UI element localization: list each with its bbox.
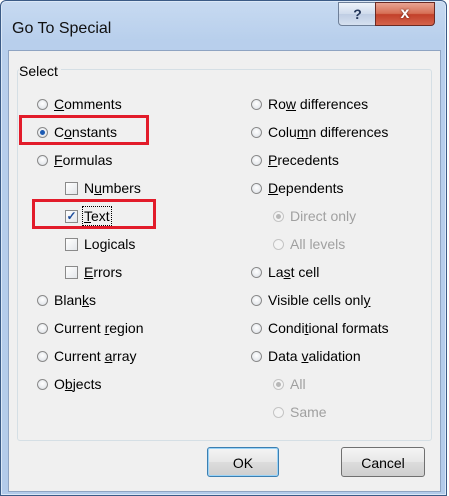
title-bar[interactable]: Go To Special ? x — [1, 1, 446, 49]
option-label: Row differences — [268, 96, 369, 112]
radio-column-differences[interactable]: Column differences — [251, 124, 388, 140]
radio-last-cell[interactable]: Last cell — [251, 264, 319, 280]
option-label: Current region — [54, 320, 144, 336]
radio-visible-cells-only[interactable]: Visible cells only — [251, 292, 370, 308]
close-button[interactable]: x — [375, 2, 435, 26]
checkbox-empty-icon[interactable] — [65, 237, 78, 251]
option-label: Numbers — [84, 180, 141, 196]
dialog-body: Select Comments Constants Formulas Numbers ✓… — [8, 50, 441, 492]
radio-direct-only: Direct only — [273, 208, 356, 224]
radio-data-validation[interactable]: Data validation — [251, 348, 361, 364]
radio-empty-icon[interactable] — [251, 182, 262, 194]
checkbox-numbers[interactable]: Numbers — [65, 180, 141, 196]
radio-empty-icon[interactable] — [37, 154, 48, 166]
option-label: Current array — [54, 348, 137, 364]
option-label: Data validation — [268, 348, 361, 364]
option-label: Comments — [54, 96, 122, 112]
cancel-button[interactable]: Cancel — [341, 447, 425, 477]
radio-all: All — [273, 376, 306, 392]
radio-conditional-formats[interactable]: Conditional formats — [251, 320, 389, 336]
go-to-special-dialog: Go To Special ? x Select Comments Constan… — [0, 0, 447, 496]
option-label: Last cell — [268, 264, 320, 280]
help-button[interactable]: ? — [338, 2, 377, 26]
radio-empty-icon[interactable] — [37, 378, 48, 390]
option-label: Logicals — [84, 236, 136, 252]
option-label: Same — [290, 404, 327, 420]
radio-empty-icon[interactable] — [251, 266, 262, 278]
option-label: Visible cells only — [268, 292, 371, 308]
radio-selected-icon — [273, 210, 284, 222]
radio-current-array[interactable]: Current array — [37, 348, 137, 364]
radio-empty-icon[interactable] — [251, 350, 262, 362]
option-label: Precedents — [268, 152, 339, 168]
radio-empty-icon[interactable] — [251, 154, 262, 166]
constants-highlight — [19, 115, 149, 145]
checkbox-empty-icon[interactable] — [65, 181, 78, 195]
radio-empty-icon[interactable] — [251, 98, 262, 110]
option-label: Objects — [54, 376, 102, 392]
radio-comments[interactable]: Comments — [37, 96, 122, 112]
radio-dependents[interactable]: Dependents — [251, 180, 344, 196]
radio-row-differences[interactable]: Row differences — [251, 96, 368, 112]
radio-formulas[interactable]: Formulas — [37, 152, 112, 168]
radio-empty-icon[interactable] — [251, 126, 262, 138]
checkbox-errors[interactable]: Errors — [65, 264, 122, 280]
option-label: Conditional formats — [268, 320, 389, 336]
option-label: All — [290, 376, 306, 392]
option-label: Errors — [84, 264, 123, 280]
option-label: Dependents — [268, 180, 344, 196]
option-label: Direct only — [290, 208, 357, 224]
checkbox-logicals[interactable]: Logicals — [65, 236, 135, 252]
close-icon: x — [400, 5, 410, 22]
option-label: All levels — [290, 236, 346, 252]
radio-current-region[interactable]: Current region — [37, 320, 144, 336]
radio-empty-icon[interactable] — [37, 350, 48, 362]
radio-empty-icon[interactable] — [37, 322, 48, 334]
radio-empty-icon — [273, 238, 284, 250]
window-title: Go To Special — [12, 20, 112, 37]
option-label: Blanks — [54, 292, 97, 308]
radio-empty-icon — [273, 406, 284, 418]
select-group-label: Select — [19, 63, 61, 79]
radio-empty-icon[interactable] — [251, 294, 262, 306]
checkbox-empty-icon[interactable] — [65, 265, 78, 279]
help-icon: ? — [353, 6, 362, 22]
radio-all-levels: All levels — [273, 236, 345, 252]
radio-empty-icon[interactable] — [37, 98, 48, 110]
radio-selected-icon — [273, 378, 284, 390]
radio-empty-icon[interactable] — [37, 294, 48, 306]
radio-same: Same — [273, 404, 327, 420]
option-label: Column differences — [268, 124, 389, 140]
radio-objects[interactable]: Objects — [37, 376, 101, 392]
ok-button[interactable]: OK — [207, 447, 279, 477]
text-highlight — [32, 199, 156, 229]
radio-blanks[interactable]: Blanks — [37, 292, 96, 308]
radio-precedents[interactable]: Precedents — [251, 152, 339, 168]
option-label: Formulas — [54, 152, 113, 168]
radio-empty-icon[interactable] — [251, 322, 262, 334]
